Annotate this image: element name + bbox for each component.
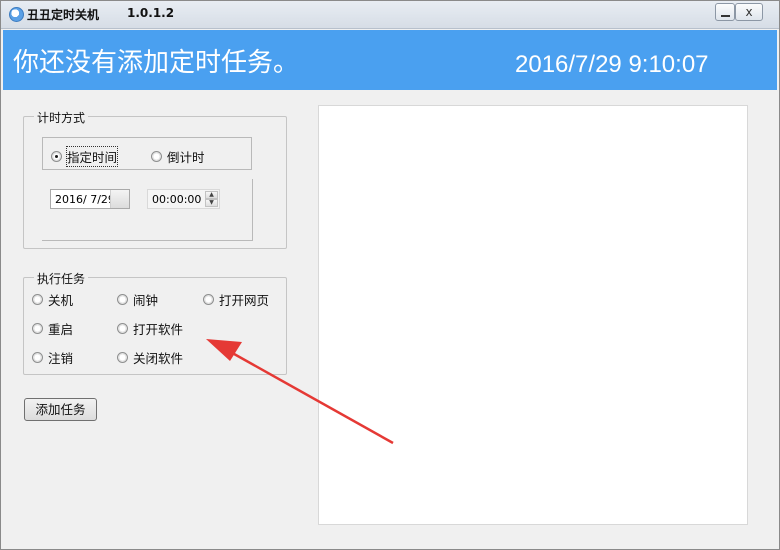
minimize-icon bbox=[720, 14, 730, 17]
app-window: 丑丑定时关机 1.0.1.2 x 你还没有添加定时任务。 2016/7/29 9… bbox=[0, 0, 780, 550]
mode-countdown-radio[interactable]: 倒计时 bbox=[151, 147, 205, 166]
task-logoff-radio[interactable]: 注销 bbox=[32, 348, 73, 367]
task-open-webpage-label: 打开网页 bbox=[219, 293, 270, 308]
time-spinner[interactable]: ▲ ▼ bbox=[205, 191, 218, 207]
radio-unchecked-icon bbox=[117, 294, 128, 305]
status-header: 你还没有添加定时任务。 2016/7/29 9:10:07 bbox=[3, 30, 777, 90]
task-alarm-label: 闹钟 bbox=[133, 293, 159, 308]
task-open-webpage-radio[interactable]: 打开网页 bbox=[203, 290, 269, 309]
date-dropdown-button[interactable] bbox=[110, 190, 129, 208]
radio-unchecked-icon bbox=[32, 323, 43, 334]
time-value: 00:00:00 bbox=[152, 192, 202, 206]
radio-unchecked-icon bbox=[117, 352, 128, 363]
task-alarm-radio[interactable]: 闹钟 bbox=[117, 290, 158, 309]
task-open-software-label: 打开软件 bbox=[133, 322, 184, 337]
radio-unchecked-icon bbox=[151, 151, 162, 162]
close-button[interactable]: x bbox=[735, 3, 763, 21]
radio-unchecked-icon bbox=[203, 294, 214, 305]
date-picker[interactable]: 2016/ 7/29 bbox=[50, 189, 130, 209]
status-message: 你还没有添加定时任务。 bbox=[13, 48, 300, 78]
task-close-software-radio[interactable]: 关闭软件 bbox=[117, 348, 183, 367]
app-icon bbox=[9, 7, 24, 22]
minimize-button[interactable] bbox=[715, 3, 735, 21]
time-picker[interactable]: 00:00:00 ▲ ▼ bbox=[147, 189, 220, 209]
mode-countdown-label: 倒计时 bbox=[167, 150, 205, 165]
spin-up-icon[interactable]: ▲ bbox=[205, 191, 218, 199]
task-shutdown-label: 关机 bbox=[48, 293, 74, 308]
task-restart-label: 重启 bbox=[48, 322, 74, 337]
add-task-button[interactable]: 添加任务 bbox=[24, 398, 97, 421]
task-logoff-label: 注销 bbox=[48, 351, 74, 366]
task-type-legend: 执行任务 bbox=[34, 270, 89, 287]
mode-specified-time-radio[interactable]: 指定时间 bbox=[51, 146, 119, 167]
window-version: 1.0.1.2 bbox=[127, 6, 175, 20]
radio-unchecked-icon bbox=[32, 294, 43, 305]
task-restart-radio[interactable]: 重启 bbox=[32, 319, 73, 338]
task-shutdown-radio[interactable]: 关机 bbox=[32, 290, 73, 309]
task-close-software-label: 关闭软件 bbox=[133, 351, 184, 366]
timing-mode-legend: 计时方式 bbox=[34, 109, 89, 126]
current-datetime: 2016/7/29 9:10:07 bbox=[515, 51, 709, 78]
radio-unchecked-icon bbox=[32, 352, 43, 363]
date-value: 2016/ 7/29 bbox=[55, 192, 115, 206]
spin-down-icon[interactable]: ▼ bbox=[205, 199, 218, 207]
task-open-software-radio[interactable]: 打开软件 bbox=[117, 319, 183, 338]
task-list-panel[interactable] bbox=[318, 105, 748, 525]
window-title: 丑丑定时关机 bbox=[27, 8, 100, 22]
mode-specified-time-label: 指定时间 bbox=[65, 146, 119, 167]
radio-checked-icon bbox=[51, 151, 62, 162]
radio-unchecked-icon bbox=[117, 323, 128, 334]
title-bar[interactable]: 丑丑定时关机 1.0.1.2 x bbox=[1, 1, 779, 29]
close-icon: x bbox=[745, 5, 753, 19]
